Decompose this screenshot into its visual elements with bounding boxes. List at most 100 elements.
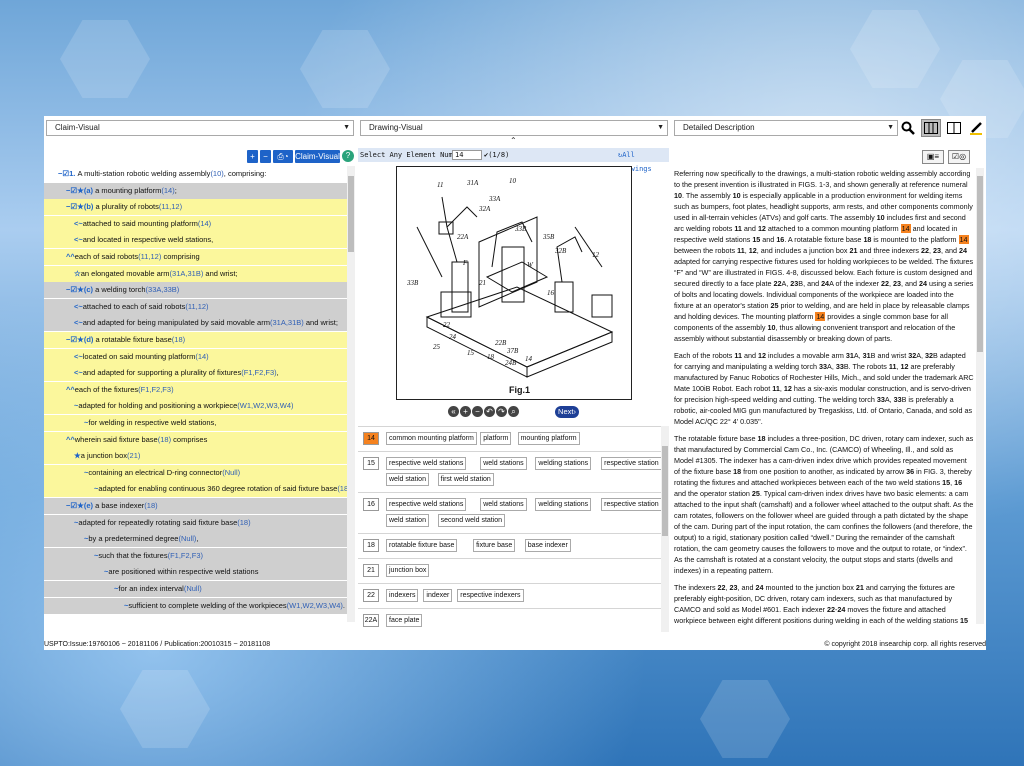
claim-marker[interactable]: <~ [74,219,83,228]
element-term-chip[interactable]: weld stations [480,457,527,470]
claim-reference[interactable]: (F1,F2,F3) [138,385,173,394]
claim-line[interactable]: −☑★(d) a rotatable fixture base(18) [44,332,347,348]
claim-reference[interactable]: (18) [158,435,171,444]
element-list-scrollbar[interactable] [661,426,669,632]
view-toggle-icon[interactable]: ☑◎ [948,150,970,164]
element-term-chip[interactable]: weld station [386,514,429,527]
claim-line[interactable]: −☑★(c) a welding torch(33A,33B) [44,282,347,299]
claim-marker[interactable]: ^^ [66,252,75,261]
claim-reference[interactable]: (Null) [178,534,196,543]
element-number[interactable]: 22 [363,589,379,602]
element-term-chip[interactable]: mounting platform [517,432,580,445]
claim-reference[interactable]: (18) [144,501,157,510]
claim-line[interactable]: ★a junction box(21) [44,448,347,465]
claim-marker[interactable]: <~ [74,318,83,327]
element-term-chip[interactable]: indexer [423,589,453,602]
element-row[interactable]: 22 indexers indexer respective indexers [358,583,661,607]
claim-reference[interactable]: (31A,31B) [170,269,204,278]
claim-line[interactable]: ~adapted for holding and positioning a w… [44,398,347,415]
claim-reference[interactable]: (14) [161,186,174,195]
element-number[interactable]: 14 [363,432,379,445]
claim-line[interactable]: ^^each of the fixtures(F1,F2,F3) [44,381,347,398]
element-row[interactable]: 16 respective weld stations weld stations w… [358,492,661,532]
claim-reference[interactable]: (14) [195,352,208,361]
claim-line[interactable]: −☑★(a) a mounting platform(14); [44,182,347,199]
highlighted-element-number[interactable]: 14 [900,224,911,233]
claim-line[interactable]: <~and located in respective weld station… [44,232,347,249]
claim-line[interactable]: −☑1. A multi-station robotic welding ass… [44,166,347,182]
element-row[interactable]: 21 junction box [358,558,661,582]
zoom-out-icon[interactable]: − [472,406,483,417]
element-term-chip[interactable]: respective indexers [457,589,524,602]
element-term-chip[interactable]: respective station [601,457,661,470]
collapse-toolbar-icon[interactable]: ⌃ [510,136,517,145]
claim-marker[interactable]: −☑★(d) [66,335,96,344]
claim-reference[interactable]: (31A,31B) [270,318,304,327]
claim-line[interactable]: <~and adapted for being manipulated by s… [44,315,347,332]
element-term-chip[interactable]: second weld station [437,514,506,527]
element-term-chip[interactable]: rotatable fixture base [386,539,458,552]
claim-reference[interactable]: (Null) [184,584,202,593]
element-term-chip[interactable]: junction box [386,564,430,577]
drawing-view-select[interactable]: Drawing-Visual ▼ [360,120,668,136]
claim-reference[interactable]: (14) [198,219,211,228]
element-term-chip[interactable]: first weld station [437,473,494,486]
element-number[interactable]: 18 [363,539,379,552]
rotate-right-icon[interactable]: ↷ [496,406,507,417]
claim-reference[interactable]: (W1,W2,W3,W4) [237,401,293,410]
claim-view-select[interactable]: Claim-Visual ▼ [46,120,354,136]
highlighted-element-number[interactable]: 14 [815,312,826,321]
element-term-chip[interactable]: platform [480,432,512,445]
claim-marker[interactable]: ☆ [74,269,81,278]
claim-line[interactable]: ~for welding in respective weld stations… [44,415,347,431]
element-term-chip[interactable]: indexers [386,589,419,602]
help-icon[interactable]: ? [342,150,354,162]
highlighted-element-number[interactable]: 14 [958,235,969,244]
claim-reference[interactable]: (18) [172,335,185,344]
first-page-icon[interactable]: « [448,406,459,417]
claim-reference[interactable]: (33A,33B) [146,285,180,294]
element-row[interactable]: 18 rotatable fixture base fixture base base… [358,533,661,557]
three-column-view-button[interactable] [921,119,941,137]
claim-line[interactable]: ~containing an electrical D-ring connect… [44,464,347,481]
image-text-toggle-icon[interactable]: ▣≡ [922,150,944,164]
element-term-chip[interactable]: base indexer [524,539,571,552]
element-term-chip[interactable]: welding stations [535,498,592,511]
two-column-view-button[interactable] [944,119,964,137]
claim-line[interactable]: ^^each of said robots(11,12) comprising [44,249,347,265]
claim-line[interactable]: <~attached to each of said robots(11,12) [44,298,347,315]
next-drawing-button[interactable]: Next› [555,406,579,418]
claim-marker[interactable]: <~ [74,368,83,377]
claim-line[interactable]: ~such that the fixtures(F1,F2,F3) [44,547,347,564]
claim-line[interactable]: ~for an index interval(Null) [44,581,347,597]
claim-reference[interactable]: (11,12) [138,252,161,261]
claim-reference[interactable]: (Null) [222,468,240,477]
search-button[interactable] [898,119,918,137]
claim-reference[interactable]: (21) [127,451,140,460]
claim-visual-button[interactable]: Claim-Visual [295,150,340,163]
description-scrollbar[interactable] [976,168,984,624]
element-term-chip[interactable]: respective station [601,498,661,511]
claim-line[interactable]: ~sufficient to complete welding of the w… [44,597,347,614]
element-term-chip[interactable]: common mounting platform [386,432,477,445]
claim-line[interactable]: ~adapted for enabling continuous 360 deg… [44,481,347,498]
claim-marker[interactable]: <~ [74,235,83,244]
collapse-all-button[interactable]: − [260,150,271,163]
claim-reference[interactable]: (F1,F2,F3) [241,368,276,377]
element-term-chip[interactable]: face plate [386,614,423,627]
highlight-button[interactable] [966,119,986,137]
claim-reference[interactable]: (18) [237,518,250,527]
rotate-left-icon[interactable]: ↶ [484,406,495,417]
claim-marker[interactable]: −☑★(e) [66,501,95,510]
element-number-input[interactable]: 14 [452,150,482,160]
claim-line[interactable]: ~are positioned within respective weld s… [44,564,347,581]
claim-marker[interactable]: −☑★(b) [66,202,96,211]
claim-marker[interactable]: −☑1. [58,169,77,178]
claim-reference[interactable]: (F1,F2,F3) [168,551,203,560]
claim-line[interactable]: ^^wherein said fixture base(18) comprise… [44,431,347,448]
element-term-chip[interactable]: respective weld stations [386,498,467,511]
expand-all-button[interactable]: + [247,150,258,163]
claim-line[interactable]: −☑★(e) a base indexer(18) [44,498,347,514]
claim-line[interactable]: <~attached to said mounting platform(14) [44,215,347,232]
claim-reference[interactable]: (11,12) [159,202,182,211]
